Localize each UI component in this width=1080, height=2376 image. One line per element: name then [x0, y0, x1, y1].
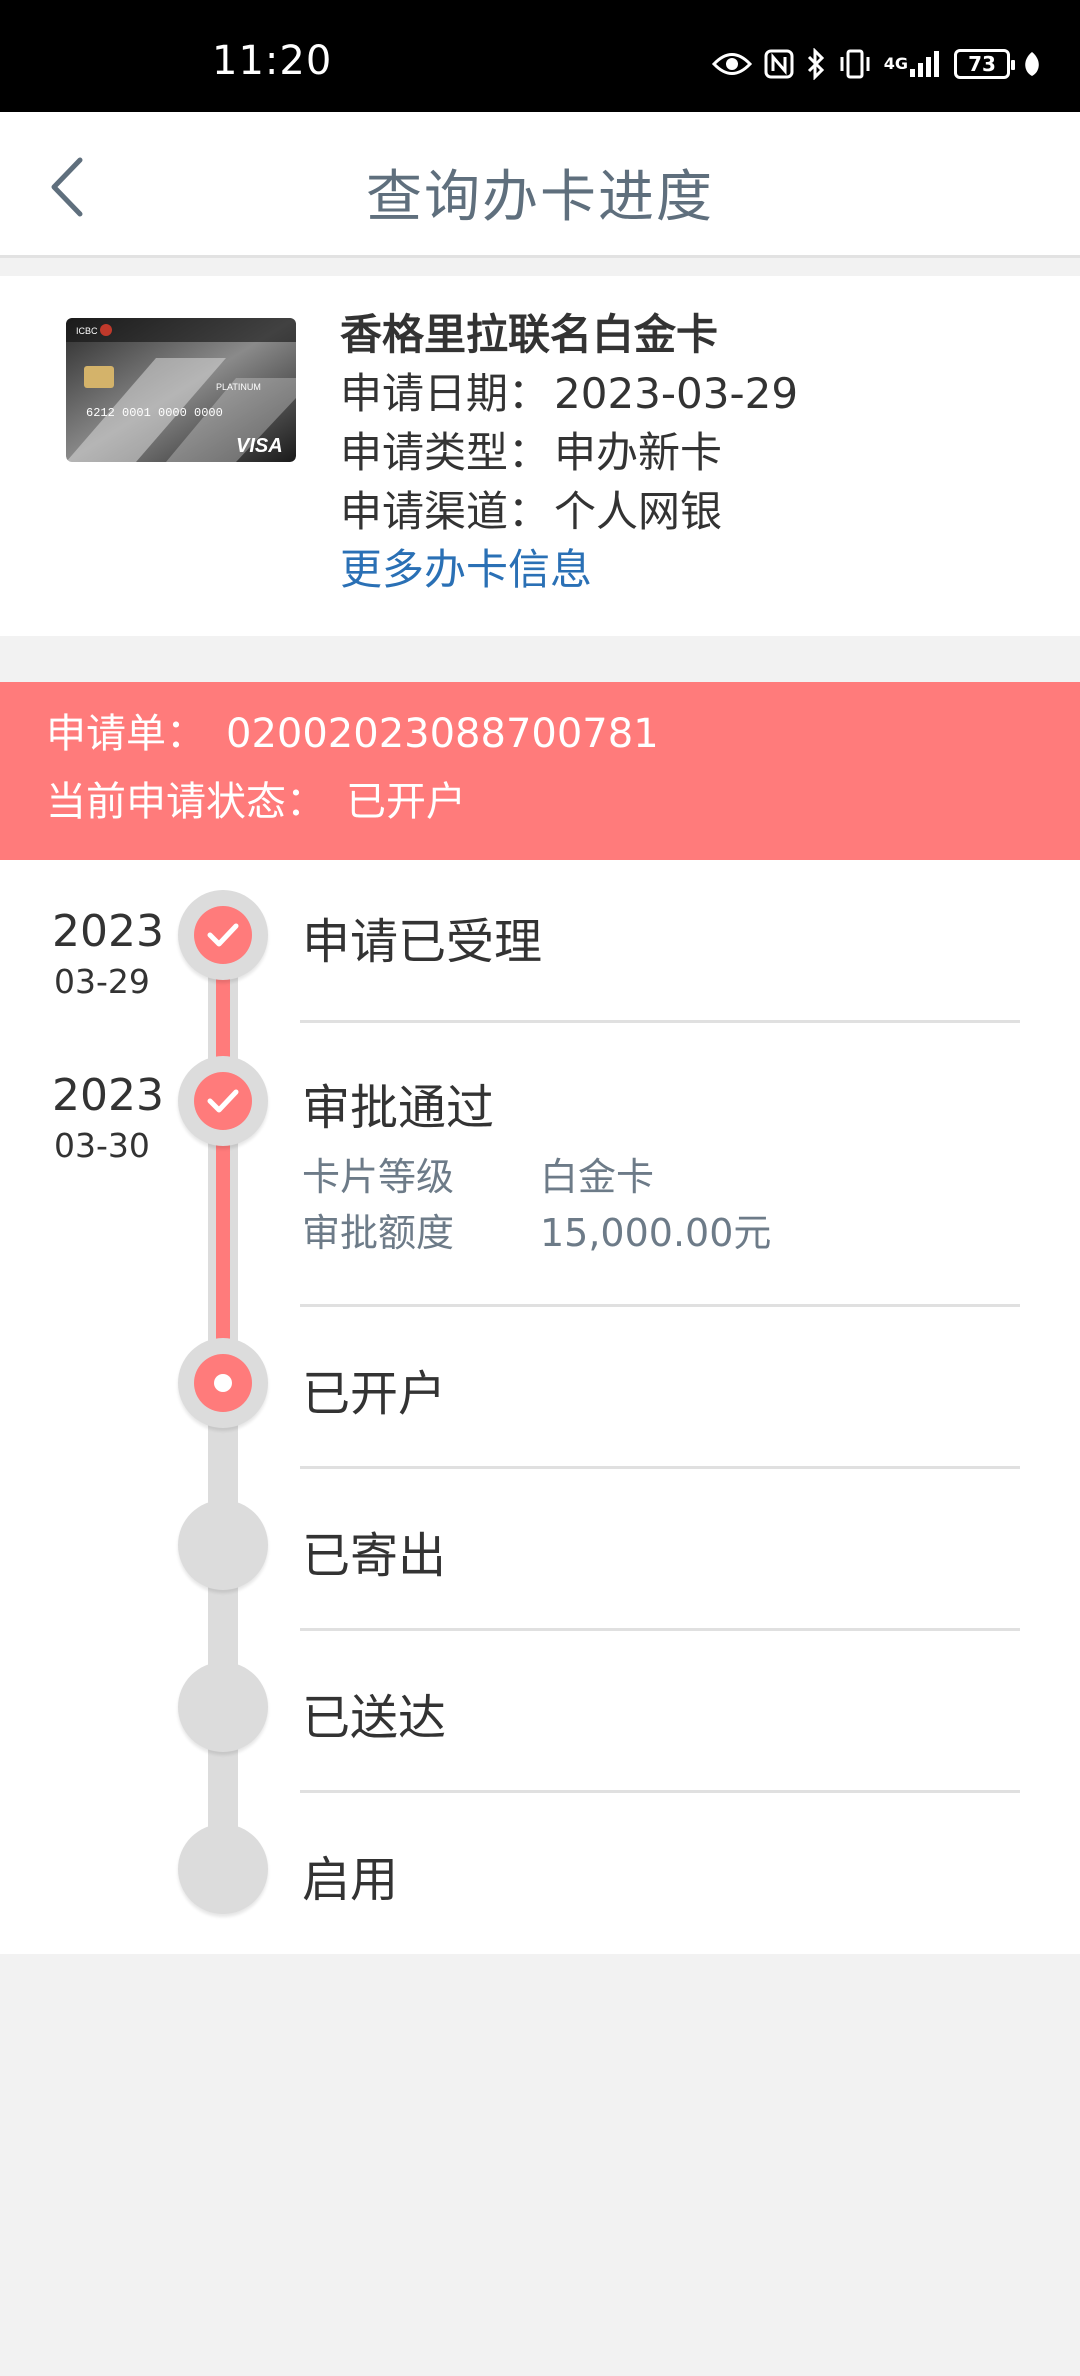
status-bar: 11:20 4G 73: [0, 0, 1080, 112]
step-6-title: 启用: [302, 1852, 399, 1908]
apply-date-row: 申请日期：2023-03-29: [340, 364, 798, 423]
card-text: 香格里拉联名白金卡 申请日期：2023-03-29 申请类型：申办新卡 申请渠道…: [340, 306, 798, 599]
battery-icon: 73: [954, 49, 1015, 79]
step-5-node: [178, 1662, 268, 1752]
step-1-year: 2023: [52, 906, 164, 957]
application-number-value: 02002023088700781: [226, 711, 659, 757]
svg-text:6212 0001 0000 0000: 6212 0001 0000 0000: [86, 406, 223, 420]
card-brand-text: ICBC: [76, 326, 98, 336]
divider: [300, 1466, 1020, 1469]
card-name: 香格里拉联名白金卡: [340, 310, 719, 359]
check-icon: [207, 1089, 239, 1113]
step-2-title: 审批通过: [302, 1080, 495, 1136]
divider: [300, 1628, 1020, 1631]
step-1-date: 03-29: [54, 962, 150, 1001]
step-1-title: 申请已受理: [302, 914, 543, 970]
step-4-title: 已寄出: [302, 1528, 447, 1584]
card-image: ICBC PLATINUM 6212 0001 0000 0000 VISA: [66, 318, 296, 462]
step-1-node: [178, 890, 268, 980]
step-5-title: 已送达: [302, 1690, 447, 1746]
application-number-row: 申请单： 02002023088700781: [46, 714, 659, 754]
apply-type-value: 申办新卡: [554, 428, 723, 477]
step-4-node: [178, 1500, 268, 1590]
application-status-label: 当前申请状态：: [46, 779, 326, 825]
step-2-year: 2023: [52, 1070, 164, 1121]
step-3-node: [178, 1338, 268, 1428]
timeline-progress-track: [216, 930, 230, 1385]
leaf-icon: [1022, 50, 1042, 78]
apply-date-value: 2023-03-29: [554, 369, 799, 418]
application-status-row: 当前申请状态： 已开户: [46, 782, 466, 822]
apply-type-label: 申请类型：: [340, 428, 551, 477]
application-status-value: 已开户: [346, 779, 466, 825]
bluetooth-icon: [806, 48, 826, 80]
apply-channel-label: 申请渠道：: [340, 487, 551, 536]
step-3-title: 已开户: [302, 1366, 447, 1422]
credit-limit-key: 审批额度: [302, 1211, 455, 1255]
nfc-icon: [764, 49, 794, 79]
divider: [300, 1304, 1020, 1307]
more-card-info-link[interactable]: 更多办卡信息: [340, 541, 798, 599]
step-2-node: [178, 1056, 268, 1146]
card-level-key: 卡片等级: [302, 1155, 455, 1199]
apply-type-row: 申请类型：申办新卡: [340, 423, 798, 482]
card-level-detail: 卡片等级 白金卡: [302, 1146, 654, 1201]
card-network-text: VISA: [236, 435, 283, 457]
divider: [300, 1790, 1020, 1793]
check-icon: [207, 923, 239, 947]
application-status-banner: 申请单： 02002023088700781 当前申请状态： 已开户: [0, 682, 1080, 860]
signal-4g-icon: 4G: [884, 49, 942, 79]
eye-icon: [711, 51, 752, 77]
step-2-date: 03-30: [54, 1126, 150, 1165]
apply-channel-value: 个人网银: [554, 487, 723, 536]
application-number-label: 申请单：: [46, 711, 206, 757]
apply-channel-row: 申请渠道：个人网银: [340, 482, 798, 541]
card-level-text: PLATINUM: [216, 382, 261, 392]
status-time: 11:20: [212, 38, 333, 84]
credit-limit-value: 15,000.00元: [540, 1211, 772, 1255]
progress-timeline: 2023 03-29 申请已受理 2023 03-30 审批通过 卡片等级 白金卡…: [0, 860, 1080, 1954]
vibrate-icon: [838, 49, 872, 79]
divider: [300, 1020, 1020, 1023]
page-title: 查询办卡进度: [366, 165, 714, 230]
status-icons: 4G 73: [711, 48, 1042, 80]
card-level-value: 白金卡: [540, 1155, 655, 1199]
step-6-node: [178, 1824, 268, 1914]
header: 查询办卡进度: [0, 112, 1080, 258]
apply-date-label: 申请日期：: [340, 369, 551, 418]
card-info-section: ICBC PLATINUM 6212 0001 0000 0000 VISA 香…: [0, 276, 1080, 636]
credit-limit-detail: 审批额度 15,000.00元: [302, 1202, 771, 1257]
